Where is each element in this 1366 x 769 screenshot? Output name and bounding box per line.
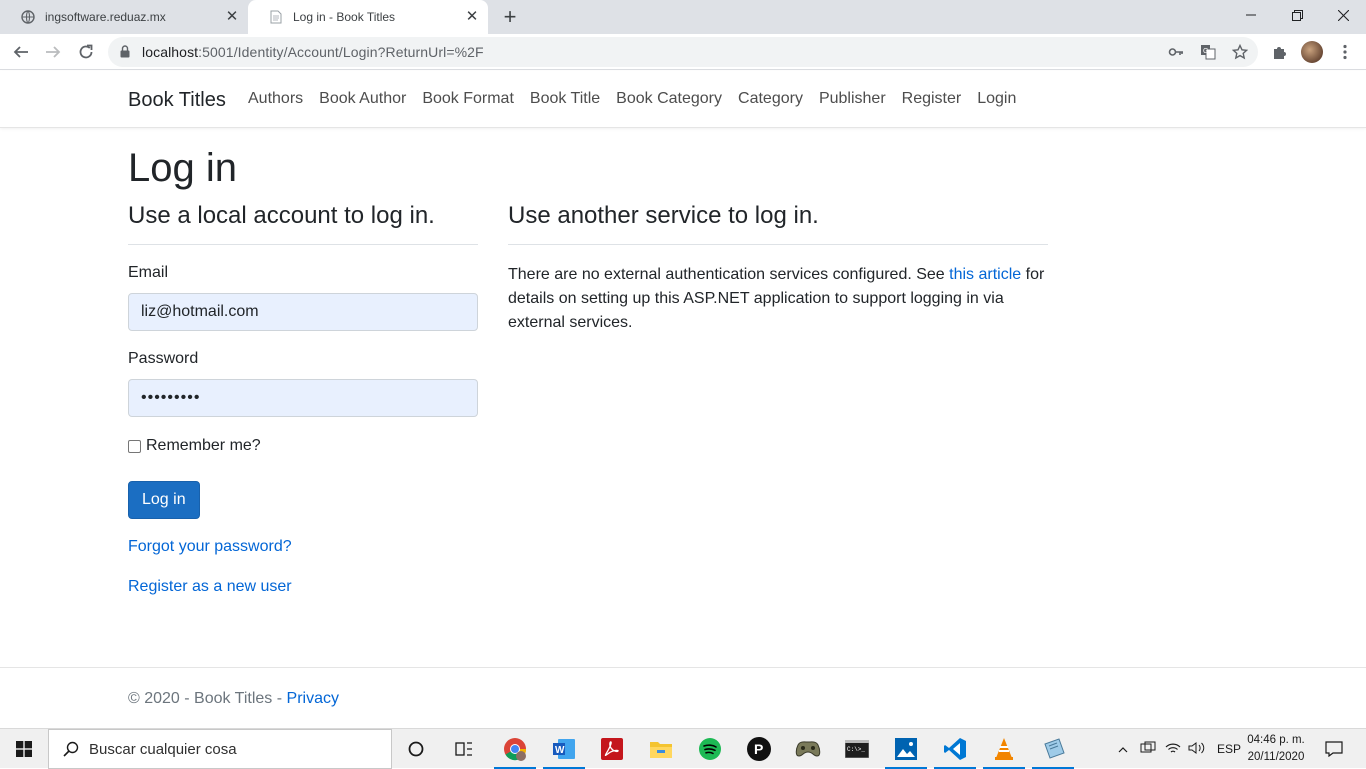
windows-taskbar: Buscar cualquier cosa W P C:\>_ ESP 04:4… (0, 728, 1366, 769)
restore-icon[interactable] (1274, 0, 1320, 30)
nav-link-category[interactable]: Category (730, 90, 811, 108)
nav-link-register[interactable]: Register (894, 90, 970, 108)
local-login-section: Use a local account to log in. Email liz… (128, 200, 478, 595)
svg-text:G: G (1203, 48, 1208, 55)
site-footer: © 2020 - Book Titles - Privacy (0, 667, 1366, 728)
remember-me-checkbox[interactable] (128, 439, 141, 453)
url-text: localhost:5001/Identity/Account/Login?Re… (142, 44, 484, 60)
new-tab-icon[interactable]: + (498, 5, 522, 29)
language-indicator[interactable]: ESP (1217, 742, 1241, 756)
notifications-icon[interactable] (1310, 729, 1358, 769)
lock-icon[interactable] (120, 45, 130, 63)
password-field[interactable]: ••••••••• (128, 379, 478, 417)
login-button[interactable]: Log in (128, 481, 200, 519)
browser-tab-login[interactable]: Log in - Book Titles ✕ (248, 0, 488, 34)
back-icon[interactable] (9, 40, 33, 64)
nav-link-book-title[interactable]: Book Title (522, 90, 608, 108)
game-controller-taskbar-icon[interactable] (784, 729, 832, 769)
svg-text:C:\>_: C:\>_ (847, 746, 865, 753)
windows-start-icon[interactable] (0, 729, 48, 769)
page-title: Log in (128, 146, 237, 190)
email-field[interactable]: liz@hotmail.com (128, 293, 478, 331)
this-article-link[interactable]: this article (949, 266, 1021, 283)
network-icon[interactable] (1135, 741, 1161, 758)
pycharm-taskbar-icon[interactable]: P (735, 729, 783, 769)
register-new-user-link[interactable]: Register as a new user (128, 578, 292, 596)
file-explorer-taskbar-icon[interactable] (637, 729, 685, 769)
cortana-icon[interactable] (392, 729, 440, 769)
clock-time: 04:46 p. m. (1247, 734, 1305, 746)
nav-link-book-author[interactable]: Book Author (311, 90, 414, 108)
browser-toolbar: localhost:5001/Identity/Account/Login?Re… (0, 34, 1366, 70)
chevron-up-icon[interactable] (1115, 742, 1131, 756)
system-tray: ESP (1115, 729, 1241, 769)
divider (128, 244, 478, 245)
spotify-taskbar-icon[interactable] (686, 729, 734, 769)
acrobat-taskbar-icon[interactable] (588, 729, 636, 769)
minimize-icon[interactable] (1228, 0, 1274, 30)
external-login-text: There are no external authentication ser… (508, 266, 1045, 331)
search-placeholder: Buscar cualquier cosa (89, 741, 237, 758)
key-icon[interactable] (1168, 44, 1184, 60)
taskbar-search-box[interactable]: Buscar cualquier cosa (48, 729, 392, 769)
word-taskbar-icon[interactable]: W (540, 729, 588, 769)
notes-taskbar-icon[interactable] (1029, 729, 1077, 769)
globe-icon (20, 9, 36, 25)
nav-link-book-category[interactable]: Book Category (608, 90, 730, 108)
email-label: Email (128, 264, 169, 281)
search-icon (63, 741, 79, 762)
nav-link-authors[interactable]: Authors (240, 90, 311, 108)
taskbar-clock[interactable]: 04:46 p. m. 20/11/2020 (1240, 732, 1312, 766)
forgot-password-link[interactable]: Forgot your password? (128, 538, 292, 556)
nav-link-login[interactable]: Login (969, 90, 1024, 108)
browser-tab-strip: ingsoftware.reduaz.mx ✕ Log in - Book Ti… (0, 0, 1366, 34)
bookmark-star-icon[interactable] (1231, 43, 1249, 60)
svg-text:P: P (754, 741, 763, 757)
privacy-link[interactable]: Privacy (287, 690, 339, 707)
tab-title: ingsoftware.reduaz.mx (45, 10, 166, 24)
terminal-taskbar-icon[interactable]: C:\>_ (833, 729, 881, 769)
svg-text:W: W (555, 745, 565, 756)
remember-me-label[interactable]: Remember me? (146, 437, 261, 455)
chrome-taskbar-icon[interactable] (491, 729, 539, 769)
tab-close-icon[interactable]: ✕ (224, 9, 240, 25)
clock-date: 20/11/2020 (1247, 751, 1305, 763)
vlc-taskbar-icon[interactable] (980, 729, 1028, 769)
wifi-icon[interactable] (1161, 741, 1185, 758)
site-navbar: Book Titles Authors Book Author Book For… (0, 71, 1366, 128)
close-window-icon[interactable] (1320, 0, 1366, 30)
navbar-brand[interactable]: Book Titles (128, 89, 226, 112)
menu-kebab-icon[interactable] (1333, 40, 1357, 64)
external-login-section: Use another service to log in. There are… (508, 200, 1048, 335)
reload-icon[interactable] (74, 40, 98, 64)
translate-icon[interactable]: G (1200, 44, 1216, 60)
address-bar[interactable]: localhost:5001/Identity/Account/Login?Re… (108, 37, 1258, 67)
extensions-puzzle-icon[interactable] (1268, 40, 1292, 64)
nav-link-publisher[interactable]: Publisher (811, 90, 894, 108)
photos-taskbar-icon[interactable] (882, 729, 930, 769)
remember-me[interactable]: Remember me? (128, 437, 261, 455)
page-icon (268, 9, 284, 25)
external-login-heading: Use another service to log in. (508, 202, 819, 229)
tab-close-icon[interactable]: ✕ (464, 9, 480, 25)
forward-icon[interactable] (41, 40, 65, 64)
footer-text: © 2020 - Book Titles - Privacy (128, 690, 339, 707)
task-view-icon[interactable] (440, 729, 488, 769)
password-label: Password (128, 350, 199, 367)
tab-title: Log in - Book Titles (293, 10, 396, 24)
browser-tab-ingsoftware[interactable]: ingsoftware.reduaz.mx ✕ (0, 0, 248, 34)
local-login-heading: Use a local account to log in. (128, 202, 435, 229)
nav-links: Authors Book Author Book Format Book Tit… (240, 90, 1024, 108)
vscode-taskbar-icon[interactable] (931, 729, 979, 769)
profile-avatar[interactable] (1301, 41, 1323, 63)
divider (508, 244, 1048, 245)
nav-link-book-format[interactable]: Book Format (414, 90, 522, 108)
volume-icon[interactable] (1185, 741, 1209, 758)
